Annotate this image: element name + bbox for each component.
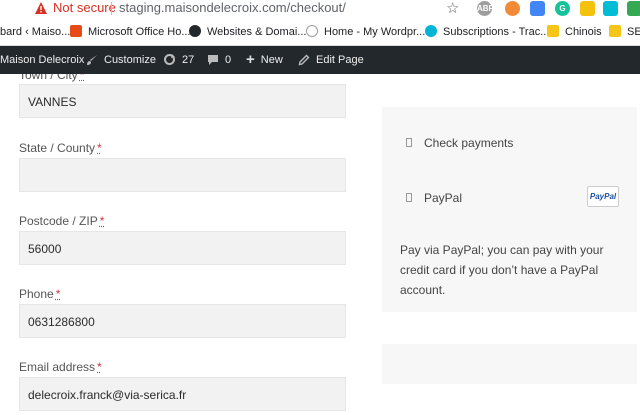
edit-page-link[interactable]: Edit Page [298,52,364,68]
bookmark-label: Microsoft Office Ho... [88,26,191,38]
bookmark-label: Subscriptions - Trac... [443,26,549,38]
not-secure-label[interactable]: Not secure [53,0,116,16]
paypal-logo: PayPal [587,186,619,207]
paypal-label[interactable]: PayPal [424,191,462,205]
phone-input[interactable]: 0631286800 [19,304,346,338]
town-input[interactable]: VANNES [19,84,346,118]
state-input[interactable] [19,158,346,192]
required-marker: * [80,74,85,82]
phone-label-text: Phone [19,287,54,301]
bookmark-folder-seo[interactable]: SEO [609,24,640,40]
postcode-label: Postcode / ZIP * [19,213,104,229]
bookmark-label: Websites & Domai... [207,26,306,38]
extension-cyan-icon[interactable] [603,1,618,16]
bookmark-label: SEO [627,26,640,38]
customize-label: Customize [104,54,156,66]
extension-yellow-icon[interactable] [580,1,595,16]
new-label: New [261,54,283,66]
check-payments-label[interactable]: Check payments [424,136,513,150]
extension-green-icon[interactable] [627,1,640,16]
email-label-text: Email address [19,360,95,374]
updates-link[interactable]: 27 [163,52,194,68]
grammarly-icon[interactable]: G [555,1,570,16]
bookmark-websites[interactable]: Websites & Domai... [189,24,306,40]
email-label: Email address * [19,359,102,375]
postcode-label-text: Postcode / ZIP [19,214,98,228]
comments-count: 0 [225,54,231,66]
bookmark-home-wordpress[interactable]: Home - My Wordpr... [306,24,425,40]
translate-icon[interactable] [530,1,545,16]
phone-label: Phone * [19,286,60,302]
payment-option-paypal[interactable]: PayPal PayPal [382,172,637,224]
payment-methods: Check payments PayPal PayPal Pay via Pay… [382,107,637,312]
plus-icon: + [246,52,255,68]
warning-icon [34,1,48,15]
browser-address-bar: Not secure staging.maisondelecroix.com/c… [0,0,640,19]
radio-button[interactable] [406,138,412,147]
email-input[interactable]: delecroix.franck@via-serica.fr [19,377,346,411]
customize-link[interactable]: Customize [86,52,156,68]
site-name-link[interactable]: Maison Delecroix [0,52,84,68]
bookmark-dashboard[interactable]: bard ‹ Maiso... [0,24,70,40]
pencil-icon [298,54,310,66]
required-marker: * [56,287,61,301]
payment-option-check[interactable]: Check payments [382,117,637,169]
brush-icon [86,54,98,66]
checkout-content: Town / City * VANNES State / County * Post… [0,74,640,415]
url-text[interactable]: staging.maisondelecroix.com/checkout/ [119,0,346,16]
required-marker: * [100,214,105,228]
required-marker: * [97,360,102,374]
office-icon [70,25,82,37]
updates-icon [163,53,176,66]
bookmark-star-icon[interactable]: ☆ [446,0,459,17]
state-label-text: State / County [19,141,95,155]
bookmark-label: Chinois [565,26,602,38]
bookmark-subscriptions[interactable]: Subscriptions - Trac... [425,24,549,40]
extension-orange-icon[interactable] [505,1,520,16]
wp-admin-bar: Maison Delecroix Customize 27 0 + New Edi… [0,46,640,74]
updates-count: 27 [182,54,194,66]
bookmark-office[interactable]: Microsoft Office Ho... [70,24,191,40]
splash-icon [425,25,437,37]
town-label: Town / City * [19,74,84,83]
radio-button[interactable] [406,193,412,202]
bookmark-folder-chinois[interactable]: Chinois [547,24,602,40]
edit-page-label: Edit Page [316,54,364,66]
paypal-description-box: Pay via PayPal; you can pay with your cr… [382,232,637,307]
paypal-description: Pay via PayPal; you can pay with your cr… [400,240,620,300]
town-label-text: Town / City [19,74,78,82]
state-label: State / County * [19,140,102,156]
divider [111,2,112,15]
bookmarks-bar: bard ‹ Maiso... Microsoft Office Ho... W… [0,19,640,46]
comment-icon [207,54,219,66]
required-marker: * [97,141,102,155]
bookmark-label: Home - My Wordpr... [324,26,425,38]
p-icon [189,25,201,37]
bookmark-label: bard ‹ Maiso... [0,26,70,38]
adblock-icon[interactable]: ABP [477,1,492,16]
new-content-link[interactable]: + New [246,52,283,68]
folder-icon [609,25,621,37]
postcode-input[interactable]: 56000 [19,231,346,265]
wordpress-home-icon [306,25,318,37]
folder-icon [547,25,559,37]
order-panel [382,344,637,384]
comments-link[interactable]: 0 [207,52,231,68]
